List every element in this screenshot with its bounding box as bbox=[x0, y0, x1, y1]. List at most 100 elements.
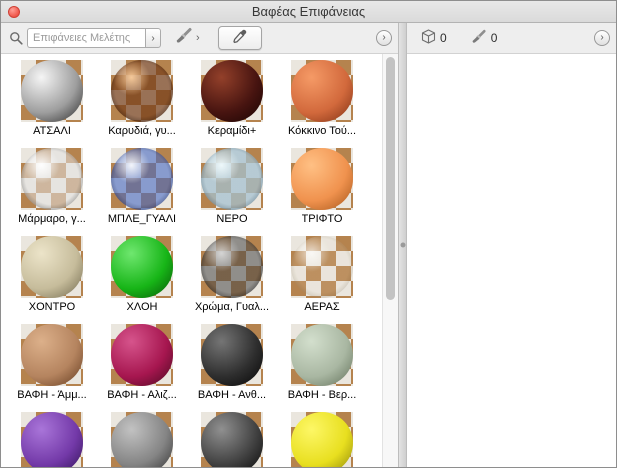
material-label: Καρυδιά, γυ... bbox=[108, 125, 176, 137]
material-sphere bbox=[21, 148, 83, 210]
catalog-expand-button[interactable]: › bbox=[376, 30, 392, 46]
material-thumb bbox=[111, 148, 173, 210]
material-thumb bbox=[21, 412, 83, 467]
material-label: ΤΡΙΦΤΟ bbox=[301, 213, 343, 225]
material-tile[interactable]: ΜΠΛΕ_ΓΥΑΛΙ bbox=[97, 148, 187, 236]
paint-brush-icon bbox=[175, 27, 193, 49]
material-label: ΑΤΣΑΛΙ bbox=[33, 125, 71, 137]
search-options-button[interactable]: › bbox=[145, 28, 161, 48]
material-thumb bbox=[201, 148, 263, 210]
material-thumb bbox=[21, 236, 83, 298]
material-label: Χρώμα, Γυαλ... bbox=[194, 301, 270, 313]
material-sphere bbox=[201, 236, 263, 298]
material-sphere bbox=[291, 236, 353, 298]
material-tile[interactable]: Καρυδιά, γυ... bbox=[97, 60, 187, 148]
material-sphere bbox=[111, 148, 173, 210]
material-label: ΜΠΛΕ_ΓΥΑΛΙ bbox=[107, 213, 177, 225]
material-label: ΧΟΝΤΡΟ bbox=[28, 301, 76, 313]
material-grid: ΑΤΣΑΛΙ Καρυδιά, γυ... Κεραμίδι+ Κόκκινο … bbox=[1, 54, 382, 467]
material-label: ΒΑΦΗ - Βερ... bbox=[287, 389, 357, 401]
material-tile[interactable]: ΧΛΟΗ bbox=[97, 236, 187, 324]
material-sphere bbox=[21, 324, 83, 386]
material-tile[interactable]: ΤΡΙΦΤΟ bbox=[277, 148, 367, 236]
material-thumb bbox=[291, 148, 353, 210]
material-thumb bbox=[111, 236, 173, 298]
material-tile[interactable]: Κόκκινο Τού... bbox=[277, 60, 367, 148]
material-thumb bbox=[21, 148, 83, 210]
material-tile[interactable]: ΒΑΦΗ - Ανθ... bbox=[187, 324, 277, 412]
material-label: ΒΑΦΗ - Ανθ... bbox=[197, 389, 267, 401]
main-area: › › bbox=[1, 23, 616, 467]
material-tile[interactable]: Χρώμα, Γυαλ... bbox=[187, 236, 277, 324]
material-label: ΑΕΡΑΣ bbox=[304, 301, 340, 313]
material-sphere bbox=[291, 324, 353, 386]
material-thumb bbox=[291, 412, 353, 467]
eyedropper-tool-button[interactable] bbox=[217, 26, 262, 50]
painted-count-group: 0 bbox=[471, 29, 498, 47]
material-catalog-panel: › › bbox=[1, 23, 398, 467]
material-tile[interactable]: ΒΑΦΗ - Βερ... bbox=[277, 324, 367, 412]
material-tile[interactable]: Μάρμαρο, γ... bbox=[7, 148, 97, 236]
material-sphere bbox=[201, 324, 263, 386]
material-thumb bbox=[21, 60, 83, 122]
paint-tool-dropdown-chevron: › bbox=[196, 32, 200, 44]
painted-count: 0 bbox=[490, 31, 498, 45]
material-sphere bbox=[201, 148, 263, 210]
material-label: ΧΛΟΗ bbox=[126, 301, 158, 313]
paint-tool-button[interactable]: › bbox=[175, 27, 200, 49]
search-input[interactable] bbox=[27, 28, 145, 48]
search-icon bbox=[9, 31, 23, 45]
material-thumb bbox=[201, 236, 263, 298]
material-tile[interactable]: ΝΕΡΟ bbox=[187, 148, 277, 236]
material-label: Μάρμαρο, γ... bbox=[18, 213, 86, 225]
material-tile[interactable]: ΒΑΦΗ - Άμμ... bbox=[7, 324, 97, 412]
catalog-scrollbar[interactable] bbox=[382, 54, 398, 467]
material-sphere bbox=[21, 236, 83, 298]
material-label: ΒΑΦΗ - Αλιζ... bbox=[107, 389, 177, 401]
scrollbar-thumb[interactable] bbox=[386, 57, 395, 300]
selection-expand-button[interactable]: › bbox=[594, 30, 610, 46]
search-box: › bbox=[27, 28, 161, 48]
close-button[interactable] bbox=[8, 6, 20, 18]
selection-empty-area bbox=[407, 54, 616, 467]
material-thumb bbox=[291, 60, 353, 122]
cube-icon bbox=[421, 29, 436, 47]
material-sphere bbox=[291, 60, 353, 122]
paint-brush-icon bbox=[471, 29, 487, 47]
material-label: Κεραμίδι+ bbox=[207, 125, 257, 137]
selection-panel: 0 0 › bbox=[407, 23, 616, 467]
material-tile[interactable] bbox=[187, 412, 277, 467]
material-tile[interactable]: ΑΕΡΑΣ bbox=[277, 236, 367, 324]
material-sphere bbox=[111, 412, 173, 467]
material-label: ΒΑΦΗ - Άμμ... bbox=[17, 389, 87, 401]
material-thumb bbox=[201, 60, 263, 122]
material-sphere bbox=[111, 324, 173, 386]
material-label: ΝΕΡΟ bbox=[216, 213, 248, 225]
material-sphere bbox=[111, 236, 173, 298]
material-tile[interactable] bbox=[97, 412, 187, 467]
material-thumb bbox=[111, 412, 173, 467]
material-tile[interactable] bbox=[7, 412, 97, 467]
selection-toolbar: 0 0 › bbox=[407, 23, 616, 54]
material-sphere bbox=[201, 60, 263, 122]
material-tile[interactable]: Κεραμίδι+ bbox=[187, 60, 277, 148]
material-grid-area: ΑΤΣΑΛΙ Καρυδιά, γυ... Κεραμίδι+ Κόκκινο … bbox=[1, 54, 398, 467]
catalog-toolbar: › › bbox=[1, 23, 398, 54]
material-tile[interactable] bbox=[277, 412, 367, 467]
material-thumb bbox=[201, 324, 263, 386]
material-thumb bbox=[291, 236, 353, 298]
panel-splitter[interactable] bbox=[398, 23, 407, 467]
material-sphere bbox=[21, 412, 83, 467]
material-thumb bbox=[21, 324, 83, 386]
material-thumb bbox=[111, 60, 173, 122]
surface-painter-window: Βαφέας Επιφάνειας › bbox=[0, 0, 617, 468]
titlebar: Βαφέας Επιφάνειας bbox=[1, 1, 616, 23]
material-label: Κόκκινο Τού... bbox=[287, 125, 357, 137]
material-tile[interactable]: ΑΤΣΑΛΙ bbox=[7, 60, 97, 148]
material-thumb bbox=[201, 412, 263, 467]
surface-count-group: 0 bbox=[421, 29, 447, 47]
window-title: Βαφέας Επιφάνειας bbox=[251, 4, 366, 19]
material-tile[interactable]: ΧΟΝΤΡΟ bbox=[7, 236, 97, 324]
surface-count: 0 bbox=[440, 31, 447, 45]
material-tile[interactable]: ΒΑΦΗ - Αλιζ... bbox=[97, 324, 187, 412]
